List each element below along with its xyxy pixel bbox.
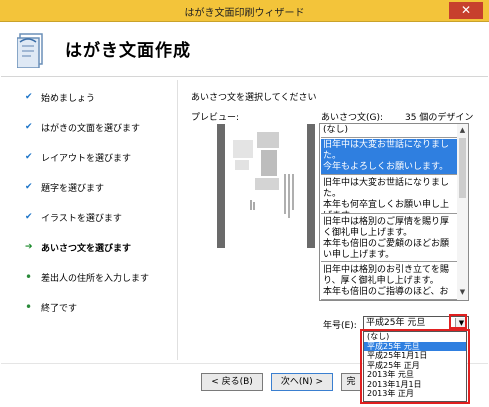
greeting-scrollbar[interactable]: ▲ ▼ [457,124,468,300]
step-label: 始めましょう [41,93,96,104]
step-done-check-icon: ✔ [25,92,33,102]
greeting-item[interactable]: 旧年中は大変お世話になりました。 本年も何卒宜しくお願い申し上げます。 [321,177,457,214]
scroll-down-icon[interactable]: ▼ [457,288,468,299]
year-label: 年号(E): [323,321,357,331]
postcard-preview [225,124,307,248]
greeting-item[interactable]: 旧年中は格別のご厚情を賜り厚く御礼申し上げます。 本年も倍旧のご愛顧のほどお願い… [321,216,457,262]
design-count-text: 35 個のデザイン [405,113,474,123]
step-done-check-icon: ✔ [25,212,33,222]
step-item-layout: ✔ レイアウトを選びます [25,150,131,164]
step-sidebar: ✔ 始めましょう ✔ はがきの文面を選びます ✔ レイアウトを選びます ✔ 題字… [1,78,177,363]
step-done-check-icon: ✔ [25,122,33,132]
step-label: イラストを選びます [41,213,122,224]
step-item-illustration: ✔ イラストを選びます [25,210,122,224]
wizard-header: はがき文面作成 [1,22,488,77]
step-current-arrow-icon: ➔ [25,242,33,252]
year-select-value: 平成25年 元旦 [366,318,426,328]
step-done-check-icon: ✔ [25,182,33,192]
step-pending-dot-icon: • [25,300,33,314]
wizard-window: はがき文面印刷ウィザード ✕ はがき文面作成 ✔ 始めましょう ✔ はがきの文面… [0,0,489,407]
close-button[interactable]: ✕ [449,2,483,19]
step-item-card-text: ✔ はがきの文面を選びます [25,120,140,134]
next-button[interactable]: 次へ(N) > [271,373,333,391]
preview-pane [217,124,315,248]
step-item-finish: • 終了です [25,300,77,314]
greeting-listbox[interactable]: (なし) 旧年中は大変お世話になりました。 今年もよろしくお願いします。 旧年中… [319,123,469,301]
postcard-preview-image [233,132,294,218]
greeting-list-label: あいさつ文(G): [321,113,384,123]
page-title: はがき文面作成 [65,41,191,61]
step-item-title-text: ✔ 題字を選びます [25,180,104,194]
wizard-body: ✔ 始めましょう ✔ はがきの文面を選びます ✔ レイアウトを選びます ✔ 題字… [1,78,488,363]
step-item-greeting: ➔ あいさつ文を選びます [25,240,131,254]
step-label: あいさつ文を選びます [41,243,132,254]
step-item-sender-address: • 差出人の住所を入力します [25,270,149,284]
step-label: 終了です [41,303,78,314]
highlight-box-arrow [449,314,467,329]
scroll-up-icon[interactable]: ▲ [457,126,468,137]
step-done-check-icon: ✔ [25,152,33,162]
step-label: はがきの文面を選びます [41,123,141,134]
back-button[interactable]: < 戻る(B) [201,373,263,391]
greeting-item-selected[interactable]: 旧年中は大変お世話になりました。 今年もよろしくお願いします。 [321,139,457,175]
greeting-panel: あいさつ文を選択してください プレビュー: あいさつ文(G): 35 個のデザイ… [187,78,477,363]
step-item-start: ✔ 始めましょう [25,90,95,104]
highlight-box-dropdown [360,329,470,404]
preview-label: プレビュー: [191,113,240,123]
greeting-item[interactable]: (なし) [321,124,457,138]
document-icon [17,33,43,68]
window-title: はがき文面印刷ウィザード [184,8,305,19]
title-bar[interactable]: はがき文面印刷ウィザード ✕ [0,0,489,22]
step-pending-dot-icon: • [25,270,33,284]
sidebar-divider [177,80,178,360]
step-label: 差出人の住所を入力します [41,273,150,284]
scroll-thumb[interactable] [459,138,466,198]
step-label: 題字を選びます [41,183,105,194]
step-label: レイアウトを選びます [41,153,132,164]
greeting-item[interactable]: 旧年中は格別のお引き立てを賜り、厚く御礼申し上げます。 本年も倍旧のご指導のほど… [321,264,457,300]
finish-button[interactable]: 完 [341,373,361,391]
instruction-text: あいさつ文を選択してください [191,93,317,103]
